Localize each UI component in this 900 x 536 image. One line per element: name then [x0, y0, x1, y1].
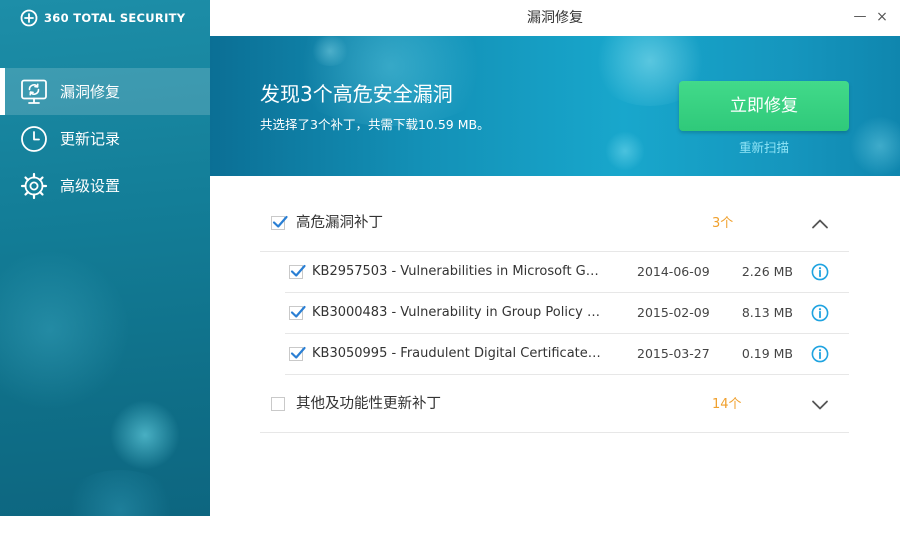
- scan-result-banner: 发现3个高危安全漏洞 共选择了3个补丁，共需下载10.59 MB。 立即修复 重…: [210, 36, 900, 176]
- patch-checkbox[interactable]: [289, 346, 306, 361]
- checkmark-icon: [272, 215, 288, 228]
- gear-icon: [20, 172, 48, 199]
- sidebar-item-update-history[interactable]: 更新记录: [0, 115, 210, 162]
- sidebar-item-vulnerability-repair[interactable]: 漏洞修复: [0, 68, 210, 115]
- chevron-down-icon[interactable]: [810, 395, 830, 415]
- info-icon[interactable]: [811, 304, 829, 322]
- banner-headline: 发现3个高危安全漏洞: [260, 82, 453, 106]
- brand: 360 TOTAL SECURITY: [20, 8, 185, 28]
- checkmark-icon: [290, 346, 306, 359]
- bottom-strip: [0, 516, 900, 536]
- patch-row[interactable]: KB3000483 - Vulnerability in Group Polic…: [285, 293, 849, 334]
- title-bar[interactable]: 漏洞修复 — ×: [210, 0, 900, 36]
- chevron-up-icon[interactable]: [810, 214, 830, 234]
- patch-size: 2.26 MB: [741, 264, 793, 279]
- group-label: 其他及功能性更新补丁: [296, 396, 441, 412]
- info-icon[interactable]: [811, 345, 829, 363]
- group-label: 高危漏洞补丁: [296, 215, 383, 231]
- brand-name: 360 TOTAL SECURITY: [44, 11, 186, 25]
- sidebar-glow: [110, 400, 180, 470]
- banner-glow: [605, 131, 645, 171]
- sidebar-item-label: 更新记录: [60, 130, 121, 148]
- patch-date: 2015-02-09: [637, 305, 710, 320]
- patch-size: 8.13 MB: [741, 305, 793, 320]
- group-count: 14个: [712, 397, 742, 412]
- info-icon[interactable]: [811, 263, 829, 281]
- window-title: 漏洞修复: [527, 10, 583, 26]
- minimize-button[interactable]: —: [852, 9, 868, 25]
- patch-name: KB2957503 - Vulnerabilities in Microsoft…: [312, 264, 602, 279]
- group-high-risk-patches[interactable]: 高危漏洞补丁 3个: [260, 196, 849, 252]
- group-checkbox[interactable]: [271, 397, 285, 411]
- monitor-repair-icon: [21, 79, 47, 104]
- sidebar: 360 TOTAL SECURITY 漏洞修复 更新记录 高级设置: [0, 0, 210, 516]
- sidebar-glow: [0, 250, 130, 410]
- sidebar-item-label: 高级设置: [60, 177, 121, 195]
- patch-name: KB3050995 - Fraudulent Digital Certifica…: [312, 346, 602, 361]
- patch-size: 0.19 MB: [741, 346, 793, 361]
- patch-date: 2014-06-09: [637, 264, 710, 279]
- patch-name: KB3000483 - Vulnerability in Group Polic…: [312, 305, 602, 320]
- patch-row[interactable]: KB3050995 - Fraudulent Digital Certifica…: [285, 334, 849, 375]
- close-button[interactable]: ×: [874, 9, 890, 25]
- group-checkbox[interactable]: [271, 215, 288, 230]
- patch-checkbox[interactable]: [289, 305, 306, 320]
- repair-now-button[interactable]: 立即修复: [679, 81, 849, 131]
- sidebar-item-advanced-settings[interactable]: 高级设置: [0, 162, 210, 209]
- clock-icon: [21, 125, 47, 152]
- 360-logo-icon: [20, 9, 38, 27]
- sidebar-item-label: 漏洞修复: [60, 83, 121, 101]
- patch-checkbox[interactable]: [289, 264, 306, 279]
- checkmark-icon: [290, 264, 306, 277]
- patch-list: 高危漏洞补丁 3个 KB2957503 - Vulnerabilities in…: [210, 176, 900, 516]
- patch-date: 2015-03-27: [637, 346, 710, 361]
- banner-glow: [310, 36, 350, 66]
- checkmark-icon: [290, 305, 306, 318]
- rescan-link[interactable]: 重新扫描: [679, 137, 849, 156]
- group-count: 3个: [712, 216, 734, 231]
- sidebar-nav: 漏洞修复 更新记录 高级设置: [0, 68, 210, 209]
- banner-glow: [850, 116, 900, 176]
- group-other-patches[interactable]: 其他及功能性更新补丁 14个: [260, 377, 849, 433]
- patch-row[interactable]: KB2957503 - Vulnerabilities in Microsoft…: [285, 252, 849, 293]
- sidebar-glow: [60, 470, 180, 516]
- banner-summary: 共选择了3个补丁，共需下载10.59 MB。: [260, 117, 490, 132]
